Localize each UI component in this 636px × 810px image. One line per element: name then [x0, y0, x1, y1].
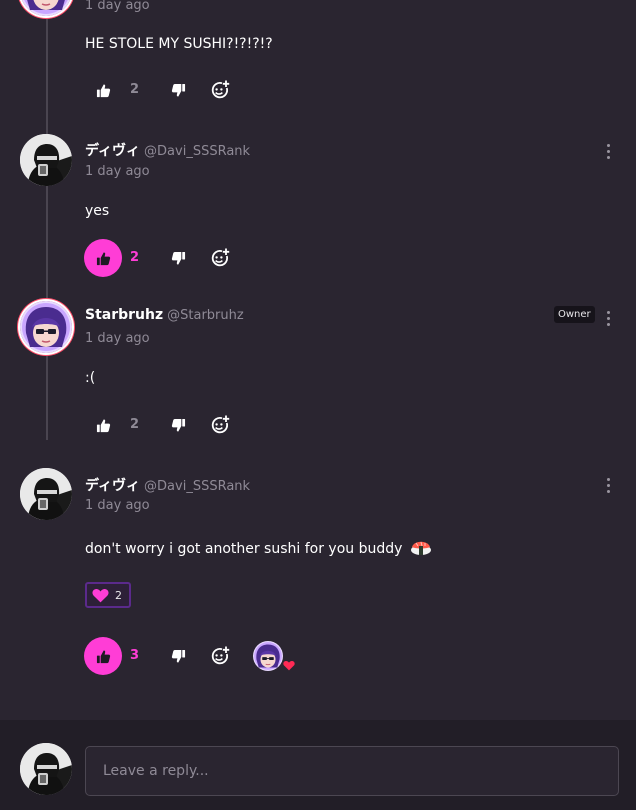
author-name: Starbruhz — [85, 307, 164, 323]
comment-timestamp: 1 day ago — [85, 331, 150, 346]
like-count: 2 — [130, 82, 140, 97]
reaction-chip[interactable]: 2 — [85, 582, 131, 608]
add-reaction-button[interactable] — [209, 79, 231, 101]
comment-timestamp: 1 day ago — [85, 498, 150, 513]
comment-text: yes — [85, 203, 110, 219]
dislike-button[interactable] — [167, 645, 189, 667]
heart-icon — [92, 588, 109, 603]
like-count: 3 — [130, 648, 140, 663]
thumbs-up-icon — [96, 649, 111, 664]
thread-line — [46, 0, 48, 440]
author-handle: @Davi_SSSRank — [144, 144, 251, 159]
avatar[interactable] — [20, 301, 72, 353]
thumbs-up-icon — [96, 83, 111, 98]
creator-heart-icon — [283, 660, 295, 671]
dislike-button[interactable] — [167, 79, 189, 101]
like-count: 2 — [130, 250, 140, 265]
comment-author[interactable]: ディヴィ @Davi_SSSRank — [85, 140, 250, 160]
add-reaction-icon — [210, 248, 230, 268]
reply-input[interactable]: Leave a reply... — [85, 746, 619, 796]
comment-author[interactable]: Starbruhz @Starbruhz — [85, 307, 244, 323]
add-reaction-icon — [210, 80, 230, 100]
sushi-icon — [409, 537, 433, 561]
comment-text: HE STOLE MY SUSHI?!?!?!? — [85, 36, 273, 52]
reaction-count: 2 — [115, 588, 122, 602]
dislike-button[interactable] — [167, 247, 189, 269]
comment-text-container: don't worry i got another sushi for you … — [85, 537, 433, 561]
thumbs-down-icon — [171, 418, 186, 433]
like-button[interactable] — [84, 71, 122, 109]
avatar[interactable] — [20, 0, 72, 16]
owner-badge: Owner — [554, 306, 595, 323]
creator-heart-avatar — [253, 641, 283, 671]
more-options-button[interactable] — [600, 308, 616, 328]
avatar[interactable] — [20, 134, 72, 186]
add-reaction-button[interactable] — [209, 645, 231, 667]
more-options-button[interactable] — [600, 475, 616, 495]
comment-text: :( — [85, 370, 96, 386]
add-reaction-button[interactable] — [209, 247, 231, 269]
like-count: 2 — [130, 417, 140, 432]
like-button[interactable] — [84, 239, 122, 277]
comment-timestamp: 1 day ago — [85, 0, 150, 13]
thumbs-down-icon — [171, 649, 186, 664]
add-reaction-icon — [210, 415, 230, 435]
thumbs-down-icon — [171, 251, 186, 266]
thumbs-up-icon — [96, 251, 111, 266]
author-handle: @Starbruhz — [167, 308, 244, 323]
thumbs-down-icon — [171, 83, 186, 98]
current-user-avatar — [20, 743, 72, 795]
dislike-button[interactable] — [167, 414, 189, 436]
author-name: ディヴィ — [85, 143, 141, 159]
more-options-button[interactable] — [600, 141, 616, 161]
like-button[interactable] — [84, 406, 122, 444]
comment-text: don't worry i got another sushi for you … — [85, 541, 403, 557]
avatar[interactable] — [20, 468, 72, 520]
thumbs-up-icon — [96, 418, 111, 433]
comment-author[interactable]: ディヴィ @Davi_SSSRank — [85, 475, 250, 495]
author-handle: @Davi_SSSRank — [144, 479, 251, 494]
add-reaction-button[interactable] — [209, 414, 231, 436]
like-button[interactable] — [84, 637, 122, 675]
comment-timestamp: 1 day ago — [85, 164, 150, 179]
add-reaction-icon — [210, 646, 230, 666]
author-name: ディヴィ — [85, 478, 141, 494]
